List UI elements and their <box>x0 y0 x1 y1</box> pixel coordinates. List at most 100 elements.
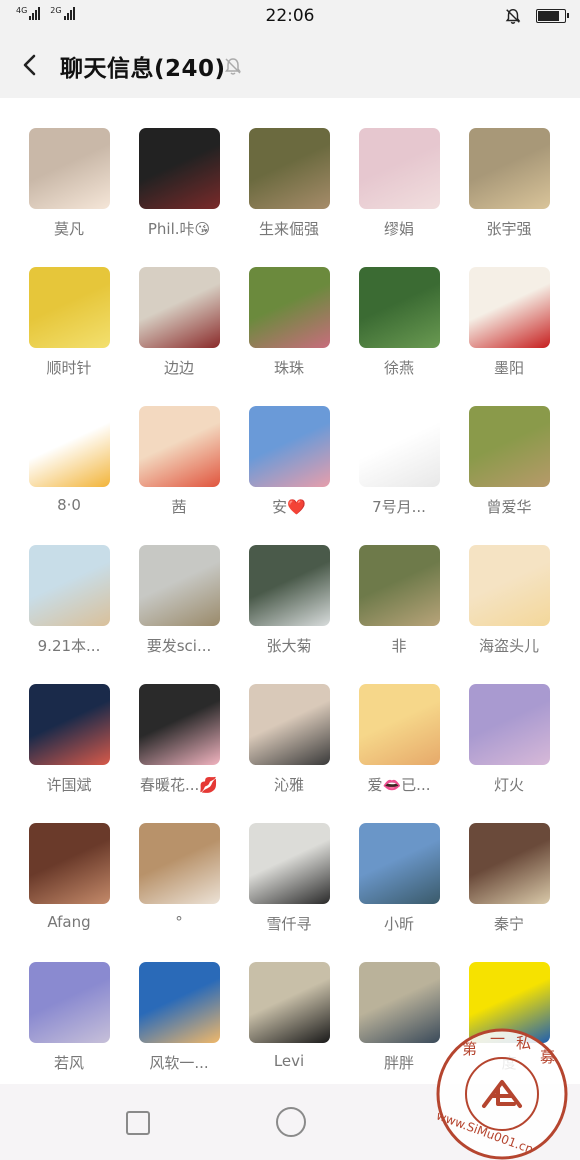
mute-icon <box>505 8 521 24</box>
avatar[interactable] <box>248 406 330 487</box>
member-item[interactable]: 缪娟 <box>344 128 454 239</box>
avatar[interactable] <box>358 267 440 348</box>
member-name: 茜 <box>171 498 187 516</box>
avatar[interactable] <box>468 406 550 487</box>
page-title: 聊天信息(240) <box>60 56 226 82</box>
home-icon[interactable] <box>276 1107 306 1137</box>
member-item[interactable]: 许国斌 <box>14 684 124 795</box>
member-item[interactable]: 徐燕 <box>344 267 454 378</box>
avatar[interactable] <box>248 823 330 904</box>
member-name: 徐燕 <box>383 359 414 377</box>
member-name: ° <box>175 913 183 931</box>
member-item[interactable]: 雪仟寻 <box>234 823 344 934</box>
member-name: 小昕 <box>383 915 414 933</box>
member-name: 沁雅 <box>273 776 304 794</box>
avatar[interactable] <box>28 545 110 626</box>
back-arrow-icon[interactable] <box>14 48 48 82</box>
member-item[interactable]: 灯火 <box>454 684 564 795</box>
avatar[interactable] <box>358 406 440 487</box>
member-name: 海盗头儿 <box>478 637 539 655</box>
avatar[interactable] <box>138 684 220 765</box>
member-name: 顺时针 <box>46 359 92 377</box>
member-name: 要发sci... <box>146 637 212 655</box>
avatar[interactable] <box>468 128 550 209</box>
member-name: Levi <box>273 1052 305 1070</box>
avatar[interactable] <box>358 684 440 765</box>
avatar[interactable] <box>248 545 330 626</box>
member-item[interactable]: 海盗头儿 <box>454 545 564 656</box>
svg-text:第: 第 <box>462 1040 477 1058</box>
member-item[interactable]: 莫凡 <box>14 128 124 239</box>
member-item[interactable]: Levi <box>234 962 344 1070</box>
member-item[interactable]: Phil.咔😘 <box>124 128 234 239</box>
avatar[interactable] <box>28 267 110 348</box>
avatar[interactable] <box>28 684 110 765</box>
member-item[interactable]: 9.21本... <box>14 545 124 656</box>
member-name: 秦宁 <box>493 915 524 933</box>
avatar[interactable] <box>28 406 110 487</box>
member-name: 风软一... <box>149 1054 209 1072</box>
recent-apps-icon[interactable] <box>126 1111 150 1135</box>
member-name: 9.21本... <box>37 637 101 655</box>
status-bar: 4G 2G 22:06 <box>0 0 580 32</box>
member-name: 许国斌 <box>46 776 92 794</box>
avatar[interactable] <box>28 962 110 1043</box>
avatar[interactable] <box>248 128 330 209</box>
avatar[interactable] <box>248 684 330 765</box>
avatar[interactable] <box>138 267 220 348</box>
member-item[interactable]: 春暖花...💋 <box>124 684 234 795</box>
svg-text:一: 一 <box>490 1030 505 1048</box>
bell-muted-icon <box>225 58 241 75</box>
member-item[interactable]: 要发sci... <box>124 545 234 656</box>
avatar[interactable] <box>138 545 220 626</box>
member-item[interactable]: 生来倔强 <box>234 128 344 239</box>
member-item[interactable]: 顺时针 <box>14 267 124 378</box>
member-item[interactable]: 若风 <box>14 962 124 1073</box>
avatar[interactable] <box>28 128 110 209</box>
avatar[interactable] <box>468 267 550 348</box>
member-item[interactable]: 张宇强 <box>454 128 564 239</box>
member-item[interactable]: 风软一... <box>124 962 234 1073</box>
member-item[interactable]: 小昕 <box>344 823 454 934</box>
member-item[interactable]: 墨阳 <box>454 267 564 378</box>
status-time: 22:06 <box>265 6 315 26</box>
member-item[interactable]: 爱👄已... <box>344 684 454 795</box>
member-name: 曾爱华 <box>486 498 532 516</box>
avatar[interactable] <box>138 128 220 209</box>
member-item[interactable]: 非 <box>344 545 454 656</box>
avatar[interactable] <box>358 823 440 904</box>
avatar[interactable] <box>468 684 550 765</box>
member-item[interactable]: ° <box>124 823 234 931</box>
avatar[interactable] <box>248 962 330 1043</box>
svg-text:募: 募 <box>540 1048 555 1066</box>
avatar[interactable] <box>138 962 220 1043</box>
avatar[interactable] <box>358 545 440 626</box>
member-name: 若风 <box>53 1054 84 1072</box>
member-item[interactable]: 茜 <box>124 406 234 517</box>
member-item[interactable]: 7号月... <box>344 406 454 517</box>
member-name: 8·0 <box>57 496 81 514</box>
member-name: 生来倔强 <box>258 220 319 238</box>
member-item[interactable]: 珠珠 <box>234 267 344 378</box>
avatar[interactable] <box>248 267 330 348</box>
member-name: 7号月... <box>372 498 426 516</box>
battery-icon <box>536 9 569 23</box>
member-item[interactable]: 曾爱华 <box>454 406 564 517</box>
member-item[interactable]: 张大菊 <box>234 545 344 656</box>
avatar[interactable] <box>358 128 440 209</box>
avatar[interactable] <box>468 545 550 626</box>
member-item[interactable]: 边边 <box>124 267 234 378</box>
avatar[interactable] <box>468 823 550 904</box>
member-item[interactable]: 沁雅 <box>234 684 344 795</box>
member-item[interactable]: 秦宁 <box>454 823 564 934</box>
avatar[interactable] <box>138 823 220 904</box>
avatar[interactable] <box>28 823 110 904</box>
member-name: 张宇强 <box>486 220 532 238</box>
member-item[interactable]: Afang <box>14 823 124 931</box>
member-name: 灯火 <box>493 776 524 794</box>
member-name: 边边 <box>163 359 194 377</box>
member-item[interactable]: 安❤️ <box>234 406 344 517</box>
member-name: 安❤️ <box>272 498 306 516</box>
member-item[interactable]: 8·0 <box>14 406 124 514</box>
avatar[interactable] <box>138 406 220 487</box>
